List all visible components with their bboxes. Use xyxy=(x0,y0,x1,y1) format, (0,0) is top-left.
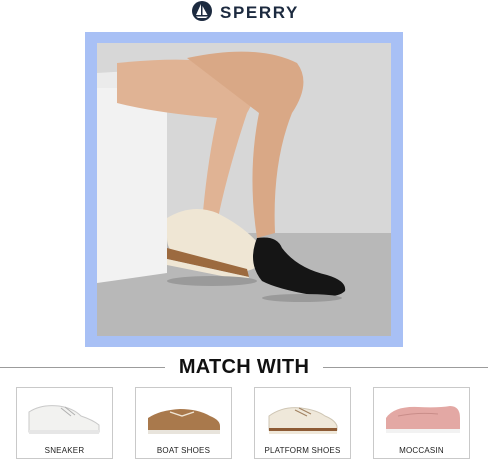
sneaker-icon xyxy=(28,405,100,434)
moccasin-icon xyxy=(386,406,460,433)
boat-shoe-icon xyxy=(148,409,220,434)
product-label: SNEAKER xyxy=(44,446,85,455)
product-card-moccasin[interactable]: MOCCASIN xyxy=(373,387,470,459)
header: SPERRY xyxy=(0,0,488,26)
product-label: BOAT SHOES xyxy=(156,446,211,455)
product-label: MOCCASIN xyxy=(399,446,444,455)
divider-right xyxy=(323,367,488,368)
product-label: PLATFORM SHOES xyxy=(264,446,341,455)
product-card-platform-shoes[interactable]: PLATFORM SHOES xyxy=(254,387,351,459)
hero-photo xyxy=(97,43,391,336)
product-card-boat-shoes[interactable]: BOAT SHOES xyxy=(135,387,232,459)
product-card-sneaker[interactable]: SNEAKER xyxy=(16,387,113,459)
brand-name[interactable]: SPERRY xyxy=(220,3,299,23)
platform-shoe-icon xyxy=(268,407,338,434)
sailboat-logo-icon xyxy=(192,1,212,21)
